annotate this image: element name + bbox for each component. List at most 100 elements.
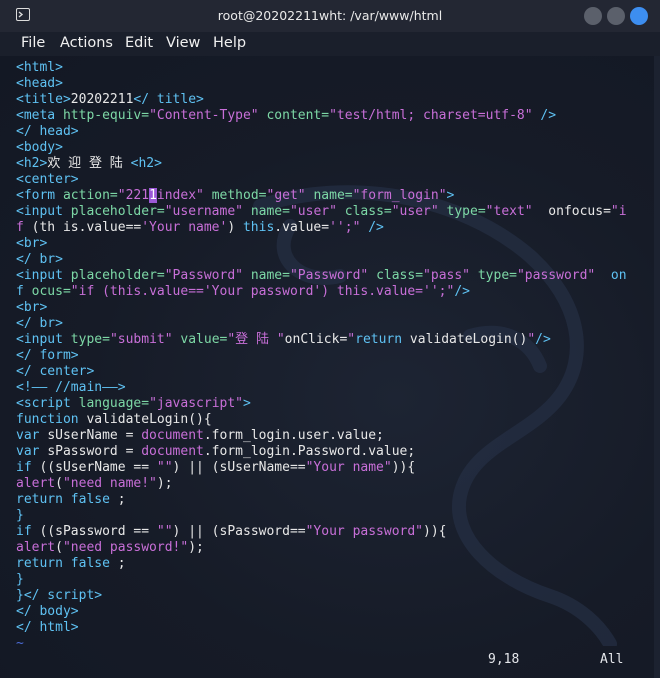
code-token: .form_login.Password.value; [203,444,416,459]
code-line: </ center> [16,364,627,380]
code-line: <meta http-equiv="Content-Type" content=… [16,108,627,124]
code-token: <h2> [130,156,162,171]
code-token: )){ [423,524,447,539]
code-line: f ocus="if (this.value=='Your password')… [16,284,627,300]
code-line: <br> [16,236,627,252]
code-token: "test/html; charset=utf-8" [329,108,533,123]
code-line: </ br> [16,252,627,268]
code-token: /> [535,332,551,347]
scrollbar[interactable] [654,56,660,678]
title-bar[interactable]: root@20202211wht: /var/www/html [0,0,660,32]
menu-file[interactable]: File [21,35,45,51]
code-line: <body> [16,140,627,156]
menu-view[interactable]: View [166,35,200,51]
code-line: </ head> [16,124,627,140]
code-line: var sUserName = document.form_login.user… [16,428,627,444]
code-token: type= [70,332,110,347]
code-token: class= [368,268,424,283]
code-line: <input placeholder="Password" name="Pass… [16,268,627,284]
code-token: "" [156,460,173,475]
code-token: '';" [329,220,361,235]
code-token: type= [438,204,486,219]
code-token: <form [16,188,63,203]
code-token: 20202211 [70,92,134,107]
code-token: value= [172,332,228,347]
menu-actions[interactable]: Actions [60,35,113,51]
code-token: /> [532,108,557,123]
code-token: "need password!" [62,540,189,555]
code-token: ) || (sPassword== [172,524,306,539]
code-token: } [16,588,24,603]
code-token: </ body> [16,604,79,619]
code-token: placeholder= [70,204,165,219]
code-line: <title>20202211</ title> [16,92,627,108]
code-line: <form action="2211index" method="get" na… [16,188,627,204]
close-button[interactable] [630,7,648,25]
code-token: <input [16,204,71,219]
terminal-window: root@20202211wht: /var/www/html File Act… [0,0,660,678]
code-token: } [16,508,24,523]
code-line: <input placeholder="username" name="user… [16,204,627,220]
code-token: </ br> [16,316,63,331]
code-token: class= [336,204,392,219]
menu-help[interactable]: Help [213,35,246,51]
code-token: </ script> [23,588,103,603]
menu-edit[interactable]: Edit [125,35,153,51]
code-token: validateLogin() [409,332,528,347]
code-token: "221 [117,188,150,203]
code-token: if [16,524,40,539]
code-token: return false [16,556,118,571]
code-token: <title> [16,92,71,107]
code-token: alert [16,476,56,491]
code-line: <head> [16,76,627,92]
code-line: }</ script> [16,588,627,604]
code-token: ~ [16,636,24,651]
code-line: <center> [16,172,627,188]
code-line: alert("need password!"); [16,540,627,556]
code-token: if [16,460,40,475]
code-token: function [16,412,87,427]
code-token: name= [243,268,290,283]
text-cursor: 1 [149,188,157,203]
code-token: ((sUserName == [39,460,157,475]
code-token: "password" [516,268,596,283]
code-token: "Your name" [305,460,392,475]
code-token: "user" [391,204,439,219]
code-token: </ br> [16,252,63,267]
code-token: <input [16,332,71,347]
code-token: <script [16,396,79,411]
code-token: "if (this.value=='Your password') this.v… [70,284,455,299]
code-token: onfocus= [532,204,611,219]
code-token: > [243,396,251,411]
code-token: ); [156,476,173,491]
code-token: content= [258,108,330,123]
code-line: function validateLogin(){ [16,412,627,428]
code-token: sPassword = [47,444,142,459]
code-token: <center> [16,172,79,187]
code-line: alert("need name!"); [16,476,627,492]
code-token: > [446,188,455,203]
code-token: name= [305,188,353,203]
code-token: </ head> [16,124,79,139]
code-line: </ html> [16,620,627,636]
code-token: var [16,444,48,459]
minimize-button[interactable] [584,7,602,25]
code-token: "get" [266,188,306,203]
code-token: )){ [391,460,416,475]
code-line: </ body> [16,604,627,620]
code-token: document [141,428,204,443]
code-token: "user" [289,204,337,219]
code-token: ) || (sUserName== [172,460,306,475]
code-token: alert [16,540,56,555]
vim-editor[interactable]: <html> <head> <title>20202211</ title> <met… [0,56,660,678]
cursor-position: 9,18 [488,652,520,667]
code-token: language= [78,396,150,411]
code-token: <input [16,268,71,283]
code-line: <h2>欢 迎 登 陆 <h2> [16,156,627,172]
maximize-button[interactable] [607,7,625,25]
code-token: <head> [16,76,63,91]
code-token: <body> [16,140,63,155]
code-token: "text" [485,204,533,219]
code-line: <html> [16,60,627,76]
code-buffer[interactable]: <html> <head> <title>20202211</ title> <met… [16,60,627,652]
